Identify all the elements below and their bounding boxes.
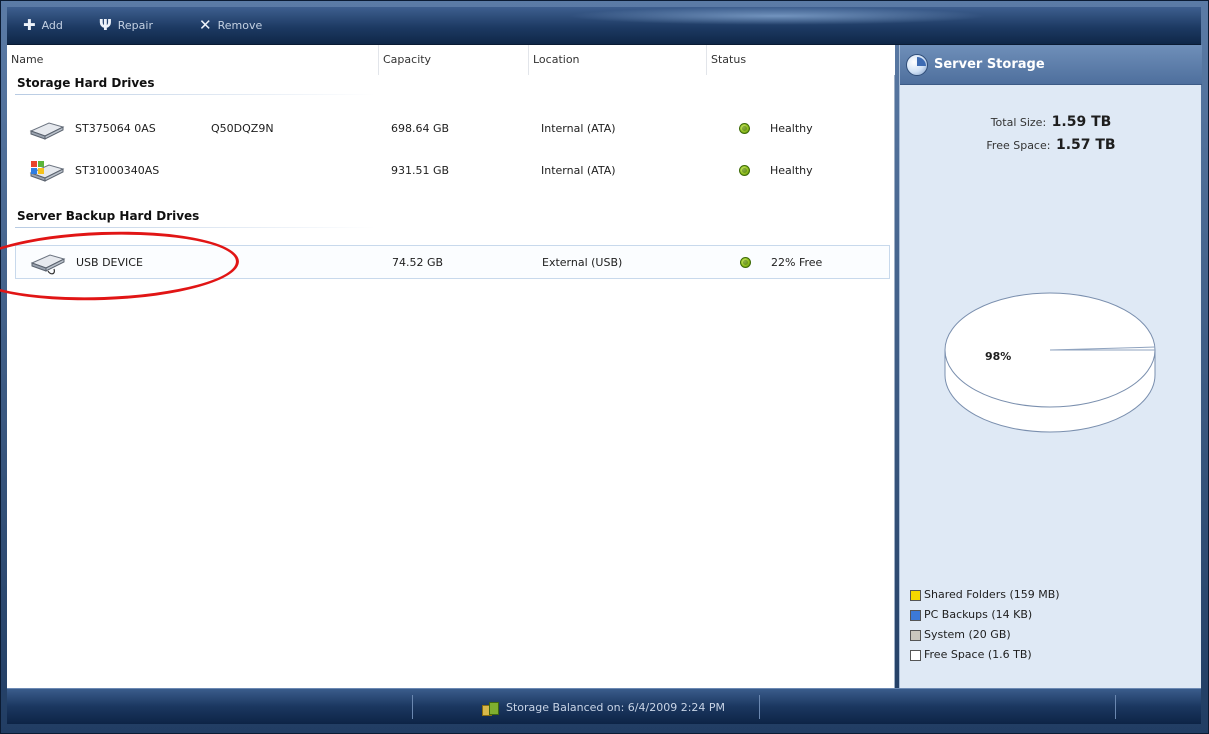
status-message: Storage Balanced on: 6/4/2009 2:24 PM <box>482 700 726 716</box>
drive-location: External (USB) <box>542 256 623 269</box>
drive-location: Internal (ATA) <box>541 164 616 177</box>
status-ok-icon <box>739 123 750 134</box>
drive-capacity: 931.51 GB <box>391 164 450 177</box>
drive-capacity: 74.52 GB <box>392 256 444 269</box>
free-space-value: 1.57 TB <box>1055 137 1116 153</box>
legend-item-free-space: Free Space (1.6 TB) <box>910 645 1060 665</box>
window-frame: ✚ Add Ψ Repair ✕ Remove Name Capacity Lo… <box>0 0 1209 734</box>
server-storage-panel: Server Storage Total Size: 1.59 TB Free … <box>899 45 1202 688</box>
group-header-backup: Server Backup Hard Drives <box>17 209 200 223</box>
repair-button[interactable]: Ψ Repair <box>99 16 153 34</box>
free-space-line: Free Space: 1.57 TB <box>900 134 1202 157</box>
system-drive-icon <box>29 161 65 182</box>
legend-swatch <box>910 609 921 621</box>
toolbar-glow <box>567 7 987 25</box>
remove-button[interactable]: ✕ Remove <box>199 16 262 34</box>
legend-label: PC Backups (14 KB) <box>924 608 1033 621</box>
legend-item-shared-folders: Shared Folders (159 MB) <box>910 585 1060 605</box>
storage-pie-chart: 98% <box>944 292 1156 433</box>
drive-status: Healthy <box>770 122 813 135</box>
free-space-label: Free Space: <box>986 139 1051 152</box>
column-headers: Name Capacity Location Status <box>7 45 895 75</box>
toolbar: ✚ Add Ψ Repair ✕ Remove <box>7 7 1201 45</box>
annotation-circle <box>0 227 241 305</box>
close-icon: ✕ <box>199 15 212 34</box>
group-header-storage: Storage Hard Drives <box>17 76 155 90</box>
drive-capacity: 698.64 GB <box>391 122 450 135</box>
chart-legend: Shared Folders (159 MB) PC Backups (14 K… <box>910 585 1060 665</box>
panel-header: Server Storage <box>900 45 1202 85</box>
legend-label: System (20 GB) <box>924 628 1011 641</box>
plus-icon: ✚ <box>23 15 36 34</box>
pie-percent-label: 98% <box>985 350 1011 363</box>
column-header-location[interactable]: Location <box>529 45 707 75</box>
drive-list-panel: Name Capacity Location Status Storage Ha… <box>0 45 895 688</box>
column-header-capacity[interactable]: Capacity <box>379 45 529 75</box>
drive-status: 22% Free <box>771 256 823 269</box>
storage-balance-icon <box>482 700 499 716</box>
status-ok-icon <box>739 165 750 176</box>
drive-serial: Q50DQZ9N <box>211 122 274 135</box>
status-ok-icon <box>740 257 751 268</box>
legend-item-pc-backups: PC Backups (14 KB) <box>910 605 1060 625</box>
group-divider <box>15 94 375 95</box>
legend-swatch <box>910 629 921 641</box>
repair-button-label: Repair <box>117 18 153 32</box>
drive-name: ST375064 0AS <box>75 122 156 135</box>
storage-totals: Total Size: 1.59 TB Free Space: 1.57 TB <box>900 111 1202 157</box>
total-size-label: Total Size: <box>990 116 1047 129</box>
add-button[interactable]: ✚ Add <box>23 16 63 34</box>
status-separator <box>759 695 760 719</box>
column-header-name[interactable]: Name <box>7 45 379 75</box>
legend-item-system: System (20 GB) <box>910 625 1060 645</box>
pie-chart-icon <box>906 54 928 76</box>
status-separator <box>412 695 413 719</box>
wrench-icon: Ψ <box>99 15 112 34</box>
legend-swatch <box>910 589 921 601</box>
table-row[interactable]: ST31000340AS 931.51 GB Internal (ATA) He… <box>15 154 890 188</box>
legend-label: Free Space (1.6 TB) <box>924 648 1032 661</box>
remove-button-label: Remove <box>217 18 263 32</box>
total-size-line: Total Size: 1.59 TB <box>900 111 1202 134</box>
drive-name: ST31000340AS <box>75 164 160 177</box>
status-bar: Storage Balanced on: 6/4/2009 2:24 PM <box>7 688 1201 724</box>
status-message-text: Storage Balanced on: 6/4/2009 2:24 PM <box>506 700 726 714</box>
total-size-value: 1.59 TB <box>1051 114 1112 130</box>
status-separator <box>1115 695 1116 719</box>
legend-label: Shared Folders (159 MB) <box>924 588 1060 601</box>
legend-swatch <box>910 649 921 661</box>
add-button-label: Add <box>41 18 63 32</box>
panel-title: Server Storage <box>934 57 1045 72</box>
drive-location: Internal (ATA) <box>541 122 616 135</box>
hard-drive-icon <box>29 122 65 140</box>
drive-status: Healthy <box>770 164 813 177</box>
table-row[interactable]: ST375064 0AS Q50DQZ9N 698.64 GB Internal… <box>15 112 890 146</box>
group-divider <box>15 227 375 228</box>
column-header-status[interactable]: Status <box>707 45 895 75</box>
